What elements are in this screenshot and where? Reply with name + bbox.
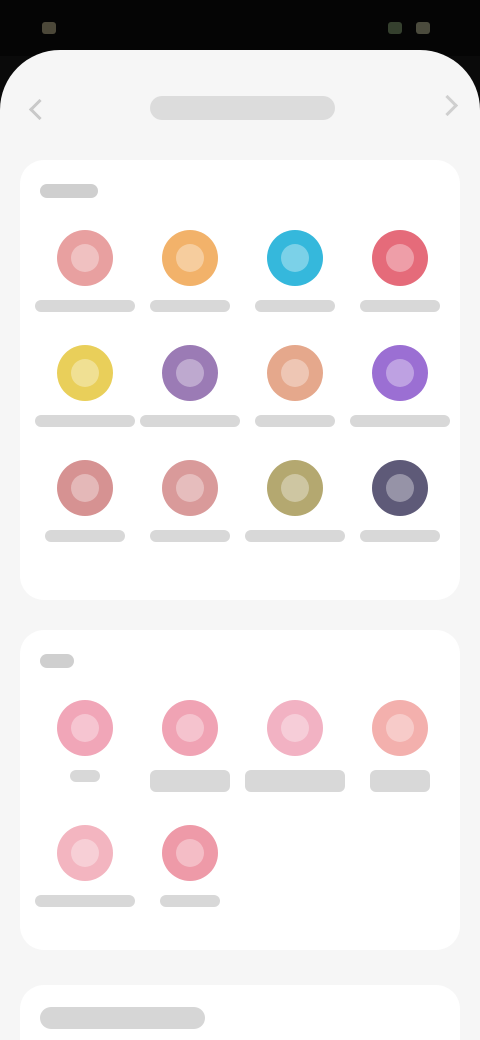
back-button[interactable] bbox=[20, 92, 54, 126]
item-label bbox=[45, 530, 125, 542]
status-bar bbox=[0, 0, 480, 56]
item-icon bbox=[372, 230, 428, 286]
item-label bbox=[255, 415, 335, 427]
section-title-2 bbox=[40, 650, 74, 672]
section-title-3 bbox=[40, 1007, 205, 1029]
section-title-2-placeholder bbox=[40, 653, 74, 668]
item-icon bbox=[162, 345, 218, 401]
item-label bbox=[70, 770, 100, 782]
item-label bbox=[255, 300, 335, 312]
item-label bbox=[160, 895, 220, 907]
grid-tile[interactable] bbox=[135, 690, 245, 805]
signal-icon bbox=[388, 22, 402, 34]
grid-tile[interactable] bbox=[240, 335, 350, 450]
page-header bbox=[0, 70, 480, 150]
grid-tile[interactable] bbox=[240, 450, 350, 565]
item-label bbox=[150, 530, 230, 542]
grid-tile[interactable] bbox=[30, 335, 140, 450]
item-label bbox=[245, 770, 345, 792]
item-label bbox=[35, 415, 135, 427]
grid-tile[interactable] bbox=[345, 335, 455, 450]
header-action-button[interactable] bbox=[432, 94, 460, 122]
item-label bbox=[360, 530, 440, 542]
grid-tile[interactable] bbox=[135, 335, 245, 450]
item-icon bbox=[162, 825, 218, 881]
item-icon bbox=[162, 700, 218, 756]
item-icon bbox=[267, 460, 323, 516]
grid-tile[interactable] bbox=[135, 815, 245, 930]
item-icon bbox=[57, 460, 113, 516]
grid-tile[interactable] bbox=[30, 690, 140, 805]
section-title-1 bbox=[40, 180, 98, 202]
grid-tile[interactable] bbox=[345, 220, 455, 335]
grid-tile[interactable] bbox=[345, 450, 455, 565]
item-label bbox=[370, 770, 430, 792]
status-time bbox=[42, 22, 56, 34]
item-label bbox=[150, 300, 230, 312]
item-icon bbox=[372, 700, 428, 756]
grid-tile[interactable] bbox=[30, 220, 140, 335]
battery-icon bbox=[416, 22, 430, 34]
grid-tile[interactable] bbox=[30, 450, 140, 565]
grid-tile[interactable] bbox=[135, 450, 245, 565]
item-icon bbox=[372, 460, 428, 516]
item-icon bbox=[267, 700, 323, 756]
section-card-1 bbox=[20, 160, 460, 600]
grid-tile[interactable] bbox=[30, 815, 140, 930]
section-card-2 bbox=[20, 630, 460, 950]
item-icon bbox=[267, 230, 323, 286]
item-icon bbox=[57, 230, 113, 286]
page-title bbox=[150, 96, 335, 120]
grid-tile[interactable] bbox=[345, 690, 455, 805]
item-icon bbox=[162, 460, 218, 516]
item-label bbox=[35, 895, 135, 907]
grid-tile[interactable] bbox=[240, 690, 350, 805]
item-label bbox=[140, 415, 240, 427]
item-icon bbox=[57, 345, 113, 401]
item-icon bbox=[267, 345, 323, 401]
item-icon bbox=[372, 345, 428, 401]
item-icon bbox=[57, 825, 113, 881]
item-label bbox=[245, 530, 345, 542]
item-icon bbox=[162, 230, 218, 286]
item-label bbox=[35, 300, 135, 312]
item-icon bbox=[57, 700, 113, 756]
section-title-1-placeholder bbox=[40, 183, 98, 198]
item-label bbox=[350, 415, 450, 427]
grid-tile[interactable] bbox=[240, 220, 350, 335]
section-card-3 bbox=[20, 985, 460, 1040]
grid-tile[interactable] bbox=[135, 220, 245, 335]
item-label bbox=[360, 300, 440, 312]
item-label bbox=[150, 770, 230, 792]
